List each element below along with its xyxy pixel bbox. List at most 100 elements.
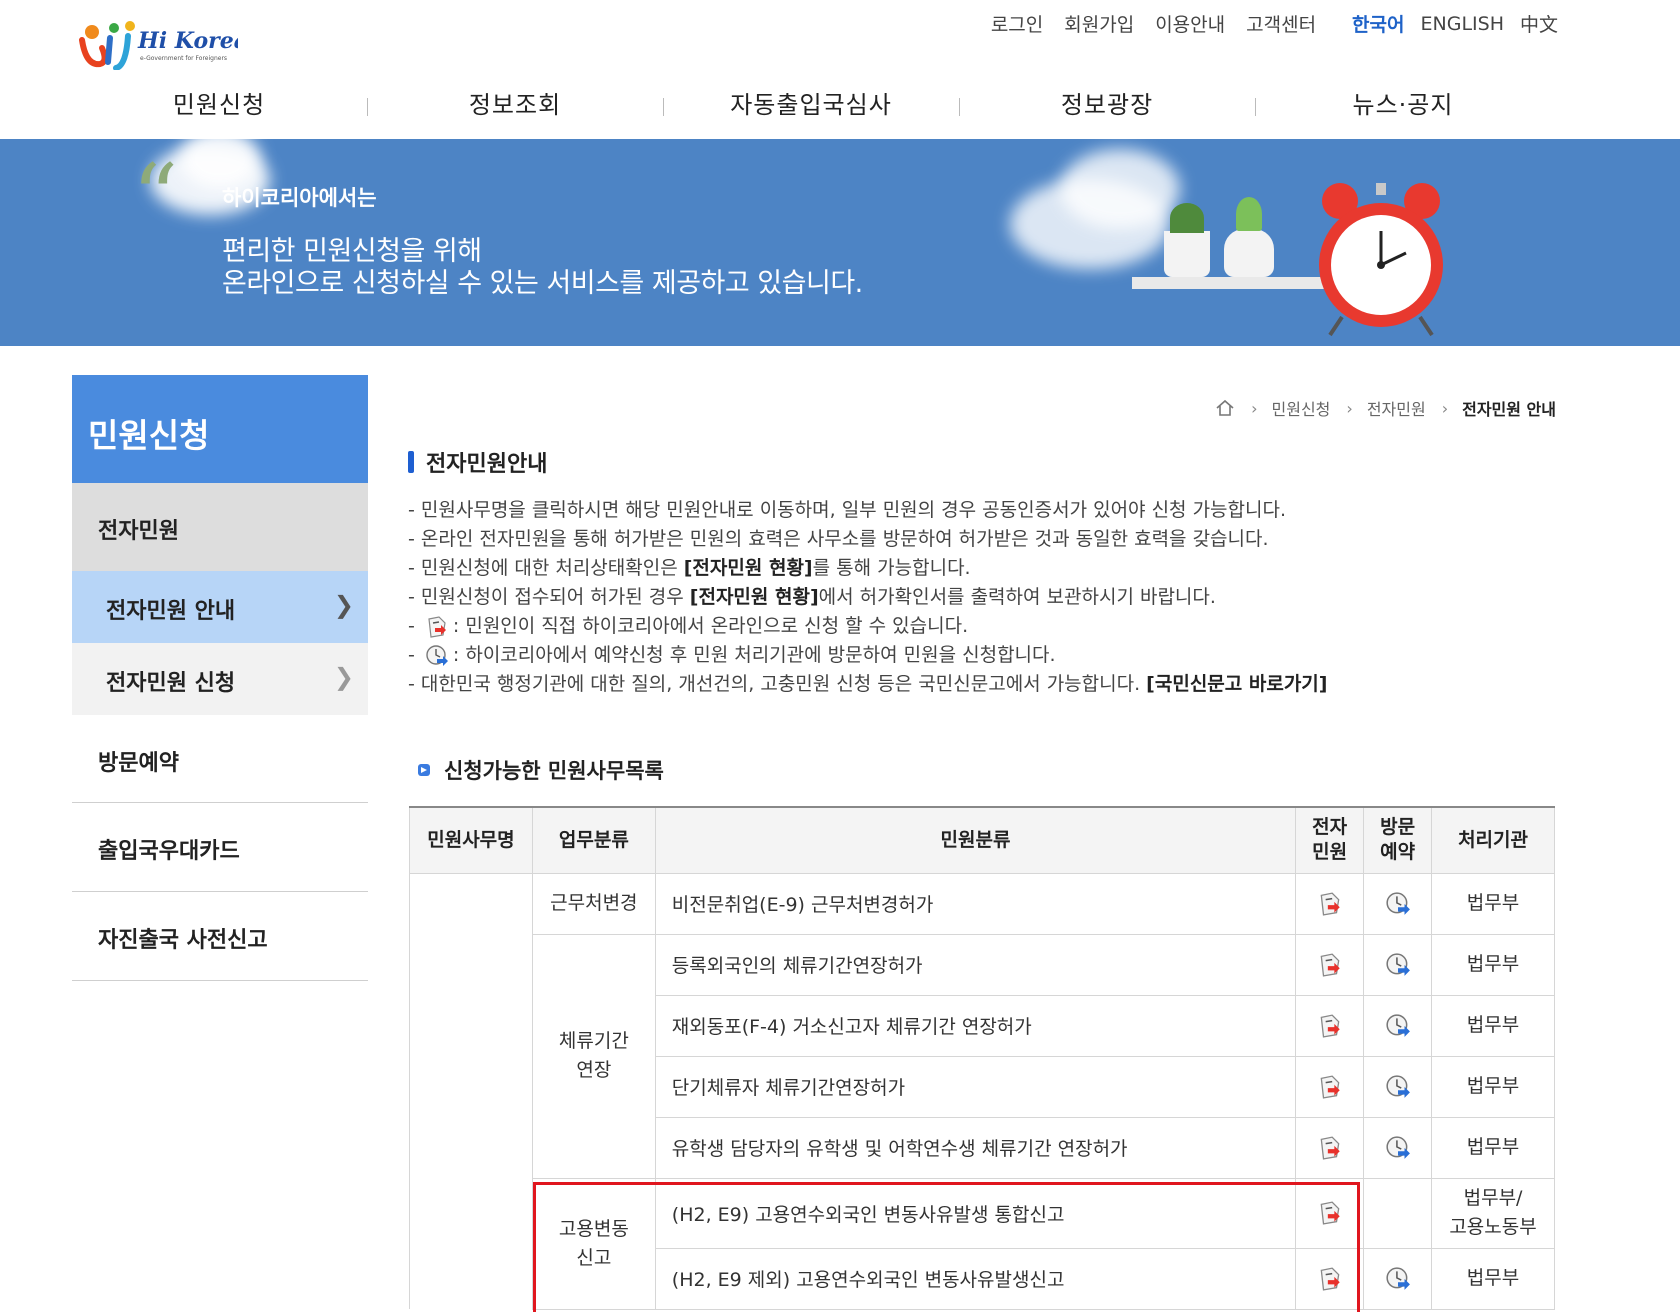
sidebar-item-label: 전자민원 신청: [106, 671, 236, 696]
nav-petition[interactable]: 민원신청: [71, 80, 367, 130]
e-petition-icon[interactable]: [1317, 1135, 1343, 1161]
e-petition-icon[interactable]: [1317, 1013, 1343, 1039]
sidebar-title: 민원신청: [72, 375, 368, 483]
breadcrumb-separator-icon: ›: [1441, 398, 1449, 418]
agency-cell: 법무부/ 고용노동부: [1431, 1177, 1555, 1249]
petition-category-link[interactable]: 유학생 담당자의 유학생 및 어학연수생 체류기간 연장허가: [654, 1116, 1297, 1179]
visit-reservation-icon[interactable]: [1385, 1074, 1411, 1100]
banner-subtitle: 하이코리아에서는: [222, 186, 377, 210]
note-item: - 민원신청에 대한 처리상태확인은 [전자민원 현황]를 통해 가능합니다.: [408, 554, 1327, 583]
col-header-agency: 처리기관: [1431, 806, 1555, 874]
table-row: 고용변동 신고 (H2, E9) 고용연수외국인 변동사유발생 통합신고 법무부/ …: [410, 1177, 1555, 1310]
visit-reservation-icon[interactable]: [1385, 1266, 1411, 1292]
petition-category-link[interactable]: 등록외국인의 체류기간연장허가: [654, 933, 1297, 996]
hero-banner: “ 하이코리아에서는 편리한 민원신청을 위해 온라인으로 신청하실 수 있는 …: [0, 139, 1680, 346]
visit-reservation-cell: [1363, 994, 1433, 1057]
e-petition-cell: [1295, 933, 1365, 996]
e-petition-icon[interactable]: [1317, 1266, 1343, 1292]
e-petition-cell: [1295, 1177, 1365, 1249]
lang-chinese[interactable]: 中文: [1520, 10, 1558, 37]
note-text: : 민원인이 직접 하이코리아에서 온라인으로 신청 할 수 있습니다.: [452, 615, 969, 637]
note-item: - 온라인 전자민원을 통해 허가받은 민원의 효력은 사무소를 방문하여 허가…: [408, 525, 1327, 554]
breadcrumb-current: 전자민원 안내: [1462, 400, 1556, 419]
visit-reservation-icon[interactable]: [1385, 891, 1411, 917]
logo-text: Hi Korea: [137, 28, 238, 54]
e-petition-cell: [1295, 994, 1365, 1057]
breadcrumb-item[interactable]: 민원신청: [1272, 396, 1331, 420]
petition-category-link[interactable]: 재외동포(F-4) 거소신고자 체류기간 연장허가: [654, 994, 1297, 1057]
note-item: - 대한민국 행정기관에 대한 질의, 개선건의, 고충민원 신청 등은 국민신…: [408, 670, 1327, 699]
petition-table: 민원사무명 업무분류 민원분류 전자 민원 방문 예약 처리기관 근무처변경 비전…: [409, 806, 1555, 1310]
guide-link[interactable]: 이용안내: [1155, 10, 1225, 37]
login-link[interactable]: 로그인: [991, 10, 1043, 37]
table-row: 근무처변경 비전문취업(E-9) 근무처변경허가 법무부: [409, 872, 1555, 1309]
petition-category-link[interactable]: (H2, E9) 고용연수외국인 변동사유발생 통합신고: [654, 1177, 1297, 1249]
visit-reservation-cell: [1363, 872, 1433, 935]
logo-tagline: e-Government for Foreigners: [140, 55, 227, 62]
sprout-illustration: [1236, 197, 1262, 231]
col-header-business-category: 업무분류: [531, 806, 656, 874]
note-link[interactable]: [전자민원 현황]: [690, 586, 819, 608]
sidebar-item-priority-card[interactable]: 출입국우대카드: [72, 803, 368, 892]
sidebar-item-e-petition-guide[interactable]: 전자민원 안내 ❯: [72, 571, 368, 643]
nav-news-notice[interactable]: 뉴스·공지: [1255, 80, 1551, 130]
lang-english[interactable]: ENGLISH: [1421, 13, 1504, 35]
visit-reservation-icon[interactable]: [425, 644, 449, 668]
note-text: - 대한민국 행정기관에 대한 질의, 개선건의, 고충민원 신청 등은 국민신…: [408, 673, 1147, 695]
petition-category-link[interactable]: 비전문취업(E-9) 근무처변경허가: [654, 872, 1297, 935]
visit-reservation-cell: [1363, 1116, 1433, 1179]
signup-link[interactable]: 회원가입: [1064, 10, 1134, 37]
note-text: - 온라인 전자민원을 통해 허가받은 민원의 효력은 사무소를 방문하여 허가…: [408, 528, 1269, 550]
chevron-right-icon: ❯: [333, 663, 354, 691]
sidebar: 민원신청 전자민원 전자민원 안내 ❯ 전자민원 신청 ❯ 방문예약 출입국우대…: [72, 375, 368, 981]
note-item: - 민원사무명을 클릭하시면 해당 민원안내로 이동하며, 일부 민원의 경우 …: [408, 496, 1327, 525]
note-item: - 민원신청이 접수되어 허가된 경우 [전자민원 현황]에서 허가확인서를 출…: [408, 583, 1327, 612]
sidebar-item-voluntary-departure[interactable]: 자진출국 사전신고: [72, 892, 368, 981]
nav-info-plaza[interactable]: 정보광장: [959, 80, 1255, 130]
note-text: - 민원신청에 대한 처리상태확인은: [408, 557, 684, 579]
nav-auto-immigration[interactable]: 자동출입국심사: [663, 80, 959, 130]
e-petition-icon[interactable]: [1317, 952, 1343, 978]
note-item: - : 하이코리아에서 예약신청 후 민원 처리기관에 방문하여 민원을 신청합…: [408, 641, 1327, 670]
agency-cell: 법무부: [1431, 933, 1555, 996]
col-header-visit-reservation: 방문 예약: [1363, 806, 1433, 874]
e-petition-cell: [1295, 1247, 1365, 1310]
visit-reservation-icon[interactable]: [1385, 952, 1411, 978]
arrow-bullet-icon: [418, 764, 430, 776]
chevron-right-icon: ❯: [333, 591, 354, 619]
sidebar-item-e-petition-apply[interactable]: 전자민원 신청 ❯: [72, 643, 368, 715]
agency-cell: 법무부: [1431, 1055, 1555, 1118]
petition-category-link[interactable]: (H2, E9 제외) 고용연수외국인 변동사유발생신고: [654, 1247, 1297, 1310]
note-text: - 민원사무명을 클릭하시면 해당 민원안내로 이동하며, 일부 민원의 경우 …: [408, 499, 1287, 521]
visit-reservation-cell: [1363, 1055, 1433, 1118]
table-row: 체류기간 연장 등록외국인의 체류기간연장허가 법무부: [410, 933, 1555, 1179]
e-petition-icon[interactable]: [1317, 1074, 1343, 1100]
customer-center-link[interactable]: 고객센터: [1246, 10, 1316, 37]
page-title: 전자민원안내: [408, 446, 547, 478]
e-petition-icon[interactable]: [1317, 1200, 1343, 1226]
note-text: 에서 허가확인서를 출력하여 보관하시기 바랍니다.: [818, 586, 1216, 608]
e-petition-icon[interactable]: [425, 615, 449, 639]
breadcrumb-item[interactable]: 전자민원: [1367, 396, 1426, 420]
plant-illustration: [1170, 203, 1204, 233]
breadcrumb: › 민원신청 › 전자민원 › 전자민원 안내: [1215, 396, 1556, 420]
home-icon[interactable]: [1215, 399, 1235, 417]
visit-reservation-cell: [1363, 933, 1433, 996]
visit-reservation-icon[interactable]: [1385, 1135, 1411, 1161]
petition-category-link[interactable]: 단기체류자 체류기간연장허가: [654, 1055, 1297, 1118]
hikorea-logo[interactable]: Hi Korea e-Government for Foreigners: [78, 18, 238, 70]
visit-reservation-icon[interactable]: [1385, 1013, 1411, 1039]
e-petition-icon[interactable]: [1317, 891, 1343, 917]
plant-pot-illustration: [1164, 231, 1210, 277]
note-link[interactable]: [전자민원 현황]: [684, 557, 813, 579]
guide-notes: - 민원사무명을 클릭하시면 해당 민원안내로 이동하며, 일부 민원의 경우 …: [408, 496, 1327, 699]
e-petition-cell: [1295, 872, 1365, 935]
alarm-clock-illustration: [1319, 183, 1443, 337]
page-title-text: 전자민원안내: [426, 452, 548, 477]
note-link[interactable]: [국민신문고 바로가기]: [1146, 673, 1327, 695]
sidebar-item-visit-reservation[interactable]: 방문예약: [72, 715, 368, 803]
note-text: : 하이코리아에서 예약신청 후 민원 처리기관에 방문하여 민원을 신청합니다…: [452, 644, 1056, 666]
nav-info-lookup[interactable]: 정보조회: [367, 80, 663, 130]
sidebar-group-e-petition[interactable]: 전자민원: [72, 483, 368, 571]
lang-korean[interactable]: 한국어: [1352, 10, 1404, 37]
